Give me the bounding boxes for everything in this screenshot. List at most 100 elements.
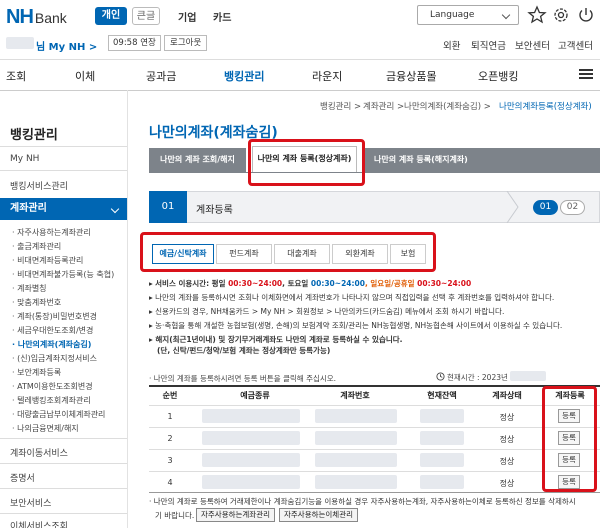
sidebar-subitem[interactable]: · 맞춤계좌번호 (12, 297, 61, 308)
sidebar-item-account-management[interactable]: 계좌관리 (0, 198, 127, 220)
sidebar-divider-line (0, 170, 127, 171)
table-row-divider (149, 449, 600, 450)
sidebar-item-security-service[interactable]: 보안서비스 (10, 496, 51, 509)
step-indicator-next: 02 (560, 200, 585, 215)
link-card[interactable]: 카드 (213, 9, 231, 24)
notice-line: ▸ 농·축협을 통해 개설한 농협보험(생명, 손해)의 보험계약 조회/관리는… (149, 321, 563, 330)
sidebar-subitem[interactable]: · ATM이용한도조회변경 (12, 381, 93, 392)
blurred-account-number (315, 431, 397, 445)
blurred-balance (420, 431, 464, 445)
column-header: 현재잔액 (427, 391, 457, 400)
blurred-username (6, 37, 34, 49)
segment-personal[interactable]: 개인 (95, 7, 127, 25)
account-status: 정상 (499, 457, 515, 466)
nav-bottom-border (0, 90, 600, 91)
sidebar-divider-line (0, 488, 127, 489)
util-link-customer[interactable]: 고객센터 (558, 38, 593, 52)
blurred-account-number (315, 453, 397, 467)
sidebar-subitem[interactable]: · 비대면계좌등록관리 (12, 255, 83, 266)
sidebar-subitem[interactable]: · 자주사용하는계좌관리 (12, 227, 91, 238)
tab-register-closed[interactable]: 나만의 계좌 등록(해지계좌) (364, 148, 600, 172)
star-icon[interactable] (527, 5, 547, 25)
blurred-deposit-type (202, 453, 300, 467)
sidebar-item-certificate[interactable]: 증명서 (10, 471, 35, 484)
sidebar-item-banking-service[interactable]: 뱅킹서비스관리 (10, 179, 68, 192)
row-number: 4 (167, 478, 173, 487)
table-row-divider (149, 471, 600, 472)
session-timer-extend[interactable]: 09:58 연장 (108, 35, 161, 51)
sidebar-divider-line (0, 438, 127, 439)
nav-inquiry[interactable]: 조회 (6, 68, 26, 84)
sidebar-divider-line (0, 463, 127, 464)
row-number: 3 (167, 456, 173, 465)
table-note: · 나만의 계좌를 등록하시려면 등록 버튼을 클릭해 주십시오. (149, 374, 337, 383)
nh-bank-logo[interactable]: NH Bank (6, 6, 67, 29)
table-top-border (149, 385, 600, 387)
language-select[interactable]: Language (417, 5, 519, 25)
sidebar-subitem[interactable]: · 보안계좌등록 (12, 367, 61, 378)
tab-underline (149, 172, 600, 173)
nav-banking-management[interactable]: 뱅킹관리 (224, 68, 264, 84)
sidebar-item-account-move[interactable]: 계좌이동서비스 (10, 446, 68, 459)
segment-large-text[interactable]: 큰글 (132, 7, 160, 25)
sidebar-subitem[interactable]: · 텔레뱅킹조회계좌관리 (12, 395, 91, 406)
breadcrumb-item[interactable]: 나만의계좌(계좌숨김) > (404, 100, 491, 112)
sidebar-subitem[interactable]: · 나의금융면제/해지 (12, 423, 79, 434)
nav-transfer[interactable]: 이체 (75, 68, 95, 84)
column-header: 순번 (162, 391, 178, 400)
blurred-time (510, 371, 546, 381)
nav-utility-bills[interactable]: 공과금 (146, 68, 176, 84)
nav-lounge[interactable]: 라운지 (312, 68, 342, 84)
sidebar-subitem[interactable]: · 계좌별칭 (12, 283, 47, 294)
sidebar-divider-line (0, 513, 127, 514)
row-number: 2 (167, 434, 173, 443)
clock-icon (436, 372, 445, 381)
nav-open-banking[interactable]: 오픈뱅킹 (478, 68, 518, 84)
link-corporate[interactable]: 기업 (178, 9, 196, 24)
logout-button[interactable]: 로그아웃 (164, 35, 208, 51)
column-header: 계좌상태 (492, 391, 522, 400)
menu-icon[interactable] (579, 69, 593, 79)
my-nh-link[interactable]: 님 My NH > (36, 38, 97, 53)
sidebar-subitem[interactable]: · 대량출금납부이체계좌관리 (12, 409, 105, 420)
account-status: 정상 (499, 435, 515, 444)
gear-icon[interactable] (551, 5, 571, 25)
util-link-pension[interactable]: 퇴직연금 (471, 38, 506, 52)
util-link-fx[interactable]: 외환 (443, 38, 460, 52)
nav-top-border (0, 59, 600, 60)
sidebar-subitem[interactable]: · 출금계좌관리 (12, 241, 61, 252)
step-indicator-current: 01 (533, 200, 558, 215)
frequent-account-manage-button[interactable]: 자주사용하는계좌관리 (196, 508, 275, 522)
sidebar-subitem[interactable]: · 비대면계좌불가등록(능 축협) (12, 269, 114, 280)
warning-line: (단, 신탁/펀드/청약/보험 계좌는 정상계좌만 등록가능) (157, 346, 331, 355)
sidebar-subitem[interactable]: · 계좌(통장)비밀번호변경 (12, 311, 97, 322)
tab-inquiry-cancel[interactable]: 나만의 계좌 조회/해지 (149, 148, 246, 172)
sidebar-subitem-selected[interactable]: · 나만의계좌(계좌숨김) (12, 339, 91, 350)
column-header: 계좌번호 (340, 391, 370, 400)
breadcrumb-item[interactable]: 계좌관리 > (363, 100, 404, 112)
current-time: 현재시간 : 2023년 (447, 373, 508, 382)
sidebar-subitem[interactable]: · (신)입금계좌지정서비스 (12, 353, 97, 364)
blurred-balance (420, 453, 464, 467)
frequent-transfer-manage-button[interactable]: 자주사용하는이체관리 (279, 508, 358, 522)
breadcrumb-current: 나만의계좌등록(정상계좌) (499, 102, 592, 112)
sidebar-item-transfer-inquiry[interactable]: 이체서비스조회 (10, 519, 68, 528)
service-hours: ▸ 서비스 이용시간: 평일 00:30~24:00, 토요일 00:30~24… (149, 279, 472, 288)
blurred-deposit-type (202, 431, 300, 445)
row-number: 1 (167, 412, 173, 421)
sidebar-item-my-nh[interactable]: My NH (10, 154, 39, 164)
sidebar-divider (127, 90, 128, 528)
logo-nh: NH (6, 6, 34, 28)
warning-line: ▸ 해지(최근1년이내) 및 장기무거래계좌도 나만의 계좌로 등록하실 수 있… (149, 335, 403, 344)
sidebar-subitem[interactable]: · 세금우대한도조회/변경 (12, 325, 93, 336)
util-link-security[interactable]: 보안센터 (515, 38, 550, 52)
table-row-divider (149, 405, 600, 406)
sidebar-title: 뱅킹관리 (10, 128, 58, 143)
bottom-note: · 나만의 계좌로 등록하여 거래제한이나 계좌숨김기능을 이용하실 경우 자주… (149, 497, 576, 506)
step-number: 01 (149, 191, 187, 223)
power-icon[interactable] (576, 5, 596, 25)
bottom-note-cont: 기 바랍니다. (155, 511, 195, 520)
nav-product-mall[interactable]: 금융상품몰 (386, 68, 437, 84)
blurred-account-number (315, 409, 397, 423)
breadcrumb-item[interactable]: 뱅킹관리 > (320, 100, 361, 112)
